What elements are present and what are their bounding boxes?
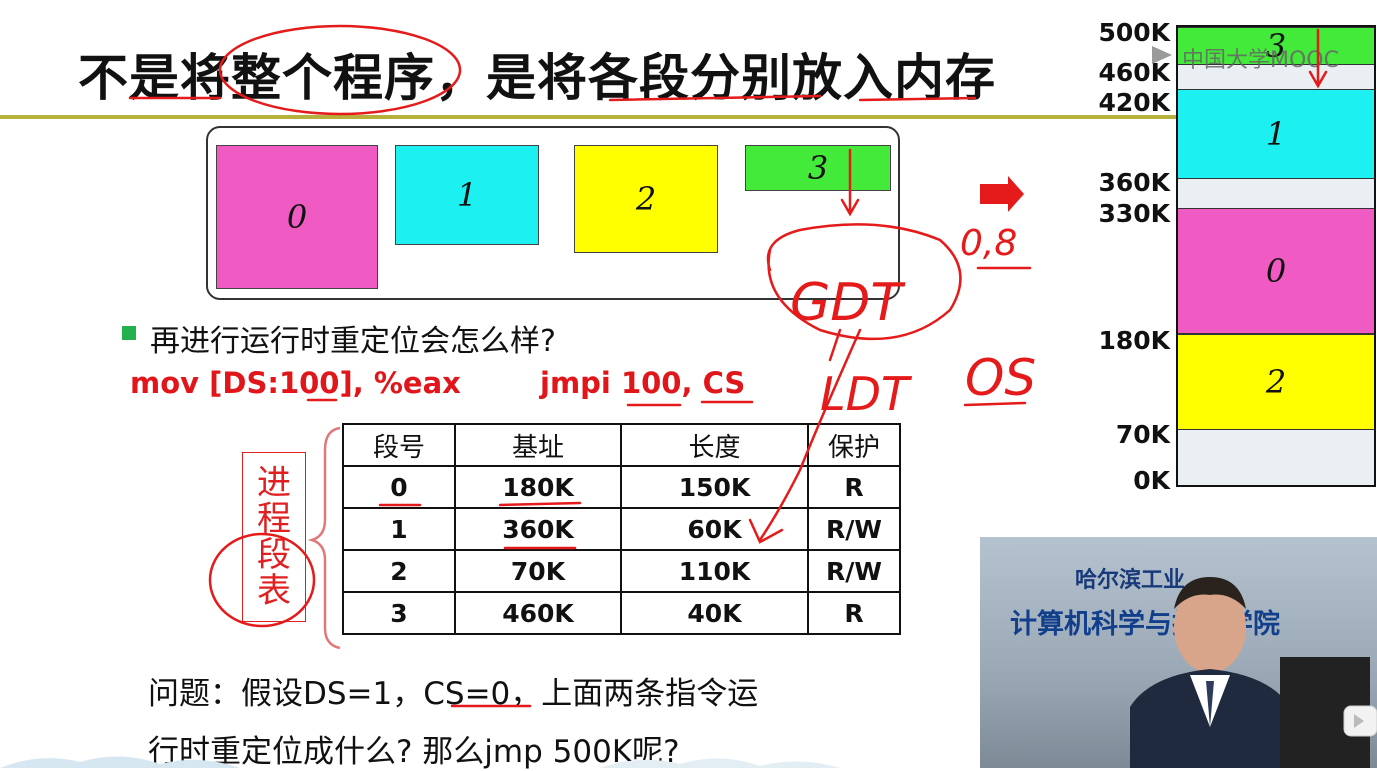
mem-label: 0K [1133, 466, 1170, 495]
segment-1: 1 [395, 145, 539, 245]
segment-2: 2 [574, 145, 718, 253]
table-cell: 70K [454, 549, 622, 593]
table-row: 2 70K 110K R/W [342, 549, 901, 593]
table-header-row: 段号 基址 长度 保护 [342, 423, 901, 467]
table-cell: 180K [454, 465, 622, 509]
stamp-char: 表 [257, 571, 291, 611]
play-icon [1152, 46, 1172, 64]
table-row: 0 180K 150K R [342, 465, 901, 509]
right-arrow-icon [980, 176, 1024, 212]
table-cell: 460K [454, 591, 622, 635]
annotation-os: OS [965, 349, 1036, 407]
process-segment-table-label: 进 程 段 表 [242, 452, 306, 622]
cloud-decoration [0, 756, 840, 768]
memory-column: 3 1 0 2 [1176, 25, 1376, 487]
segment-3: 3 [745, 145, 891, 191]
memory-block-2: 2 [1178, 334, 1374, 430]
mem-label: 180K [1098, 326, 1170, 355]
table-cell: R [807, 591, 901, 635]
table-cell: 110K [620, 549, 809, 593]
table-cell: 1 [342, 507, 456, 551]
code-jmpi: jmpi 100, CS [540, 366, 746, 400]
segment-0: 0 [216, 145, 378, 289]
table-cell: 60K [620, 507, 809, 551]
table-cell: R/W [807, 507, 901, 551]
tv-logo-icon [1343, 705, 1377, 737]
col-header: 保护 [807, 423, 901, 467]
lecturer-figure [1130, 577, 1370, 768]
col-header: 基址 [454, 423, 622, 467]
table-cell: 0 [342, 465, 456, 509]
table-cell: 3 [342, 591, 456, 635]
table-cell: 360K [454, 507, 622, 551]
bullet-icon [122, 326, 136, 340]
stamp-char: 段 [257, 535, 291, 575]
col-header: 段号 [342, 423, 456, 467]
table-row: 3 460K 40K R [342, 591, 901, 635]
table-cell: R [807, 465, 901, 509]
table-cell: 40K [620, 591, 809, 635]
col-header: 长度 [620, 423, 809, 467]
problem-line-1: 问题：假设DS=1，CS=0，上面两条指令运 [148, 676, 759, 712]
annotation-08: 0,8 [960, 223, 1017, 264]
table-cell: 2 [342, 549, 456, 593]
stamp-char: 程 [257, 499, 291, 539]
table-row: 1 360K 60K R/W [342, 507, 901, 551]
slide-title: 不是将整个程序，是将各段分别放入内存 [78, 49, 996, 107]
mem-label: 420K [1098, 88, 1170, 117]
table-cell: 150K [620, 465, 809, 509]
question-text: 再进行运行时重定位会怎么样? [150, 324, 556, 359]
mem-label: 330K [1098, 199, 1170, 228]
stamp-char: 进 [257, 463, 291, 503]
segment-table: 段号 基址 长度 保护 0 180K 150K R 1 360K 60K R/W… [342, 423, 901, 635]
lecturer-video[interactable]: 哈尔滨工业 计算机科学与技术学院 [980, 537, 1377, 768]
memory-block-1: 1 [1178, 89, 1374, 179]
mooc-watermark: 中国大学MOOC [1182, 48, 1339, 73]
mem-label: 500K [1098, 18, 1170, 47]
annotation-ldt: LDT [820, 367, 913, 421]
code-mov: mov [DS:100], %eax [130, 366, 461, 400]
memory-block-0: 0 [1178, 208, 1374, 334]
title-divider [0, 115, 1180, 119]
mem-label: 360K [1098, 168, 1170, 197]
table-cell: R/W [807, 549, 901, 593]
mem-label: 70K [1115, 420, 1170, 449]
